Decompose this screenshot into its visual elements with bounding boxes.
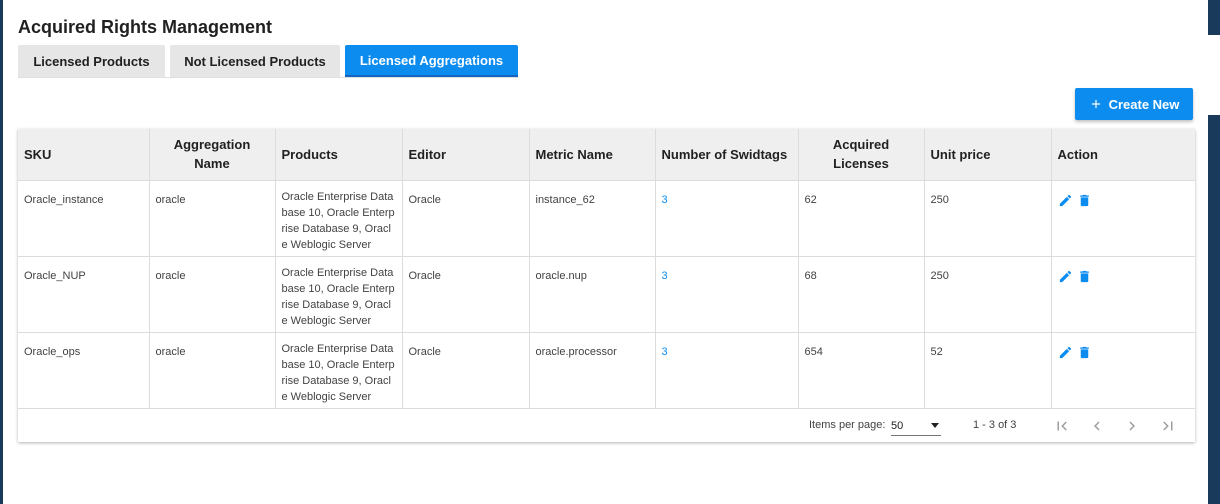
column-header-action: Action <box>1051 129 1195 181</box>
cell-acquired-licenses: 62 <box>798 180 925 257</box>
window-right-border <box>1208 0 1220 504</box>
cell-sku: Oracle_NUP <box>18 256 150 333</box>
cell-acquired-licenses: 654 <box>798 332 925 409</box>
edit-icon[interactable] <box>1058 269 1073 284</box>
window-left-border <box>0 0 3 504</box>
paginator: Items per page: 50 1 - 3 of 3 <box>18 408 1195 442</box>
delete-icon[interactable] <box>1077 269 1092 284</box>
table-row: Oracle_ops oracle Oracle Enterprise Data… <box>18 332 1195 409</box>
cell-unit-price: 52 <box>924 332 1052 409</box>
page-title: Acquired Rights Management <box>18 17 273 37</box>
column-header-aggregation-name[interactable]: Aggregation Name <box>149 129 276 181</box>
cell-products: Oracle Enterprise Database 10, Oracle En… <box>275 332 403 409</box>
last-page-icon <box>1163 421 1173 431</box>
first-page-icon <box>1057 421 1067 431</box>
cell-actions <box>1051 180 1195 257</box>
aggregations-table: SKU Aggregation Name Products Editor Met… <box>18 129 1195 409</box>
scrollbar-track[interactable] <box>1208 35 1220 115</box>
page-range-label: 1 - 3 of 3 <box>973 419 1017 431</box>
table-row: Oracle_instance oracle Oracle Enterprise… <box>18 180 1195 257</box>
cell-editor: Oracle <box>402 256 530 333</box>
tab-bar: Licensed Products Not Licensed Products … <box>18 45 518 78</box>
cell-metric-name: oracle.processor <box>529 332 656 409</box>
column-header-unit-price[interactable]: Unit price <box>924 129 1052 181</box>
column-header-acquired-licenses[interactable]: Acquired Licenses <box>798 129 925 181</box>
tab-underline <box>18 77 518 78</box>
delete-icon[interactable] <box>1077 345 1092 360</box>
chevron-right-icon <box>1129 421 1135 431</box>
page-size-select[interactable]: 50 <box>891 416 941 436</box>
next-page-button[interactable] <box>1122 416 1142 436</box>
cell-metric-name: instance_62 <box>529 180 656 257</box>
cell-metric-name: oracle.nup <box>529 256 656 333</box>
cell-actions <box>1051 332 1195 409</box>
table-header-row: SKU Aggregation Name Products Editor Met… <box>18 129 1195 181</box>
cell-editor: Oracle <box>402 332 530 409</box>
cell-swidtags-link[interactable]: 3 <box>655 332 799 409</box>
column-header-sku[interactable]: SKU <box>18 129 150 181</box>
column-header-metric-name[interactable]: Metric Name <box>529 129 656 181</box>
aggregations-table-card: SKU Aggregation Name Products Editor Met… <box>18 129 1195 442</box>
cell-editor: Oracle <box>402 180 530 257</box>
page-size-value: 50 <box>891 419 904 432</box>
cell-products: Oracle Enterprise Database 10, Oracle En… <box>275 180 403 257</box>
cell-unit-price: 250 <box>924 180 1052 257</box>
cell-aggregation-name: oracle <box>149 180 276 257</box>
last-page-button[interactable] <box>1158 416 1178 436</box>
column-header-editor[interactable]: Editor <box>402 129 530 181</box>
cell-unit-price: 250 <box>924 256 1052 333</box>
edit-icon[interactable] <box>1058 345 1073 360</box>
cell-sku: Oracle_ops <box>18 332 150 409</box>
cell-actions <box>1051 256 1195 333</box>
dropdown-arrow-icon <box>931 423 939 428</box>
create-new-button[interactable]: Create New <box>1075 88 1193 120</box>
cell-products: Oracle Enterprise Database 10, Oracle En… <box>275 256 403 333</box>
plus-icon <box>1091 99 1100 109</box>
cell-sku: Oracle_instance <box>18 180 150 257</box>
create-new-label: Create New <box>1108 96 1180 112</box>
cell-swidtags-link[interactable]: 3 <box>655 180 799 257</box>
cell-aggregation-name: oracle <box>149 256 276 333</box>
tab-licensed-products[interactable]: Licensed Products <box>18 45 165 77</box>
cell-aggregation-name: oracle <box>149 332 276 409</box>
tab-licensed-aggregations[interactable]: Licensed Aggregations <box>345 45 518 77</box>
delete-icon[interactable] <box>1077 193 1092 208</box>
table-row: Oracle_NUP oracle Oracle Enterprise Data… <box>18 256 1195 333</box>
column-header-products[interactable]: Products <box>275 129 403 181</box>
edit-icon[interactable] <box>1058 193 1073 208</box>
previous-page-button[interactable] <box>1087 416 1107 436</box>
cell-swidtags-link[interactable]: 3 <box>655 256 799 333</box>
cell-acquired-licenses: 68 <box>798 256 925 333</box>
first-page-button[interactable] <box>1052 416 1072 436</box>
tab-not-licensed-products[interactable]: Not Licensed Products <box>170 45 340 77</box>
chevron-left-icon <box>1094 421 1100 431</box>
items-per-page-label: Items per page: <box>809 419 886 431</box>
column-header-number-of-swidtags[interactable]: Number of Swidtags <box>655 129 799 181</box>
